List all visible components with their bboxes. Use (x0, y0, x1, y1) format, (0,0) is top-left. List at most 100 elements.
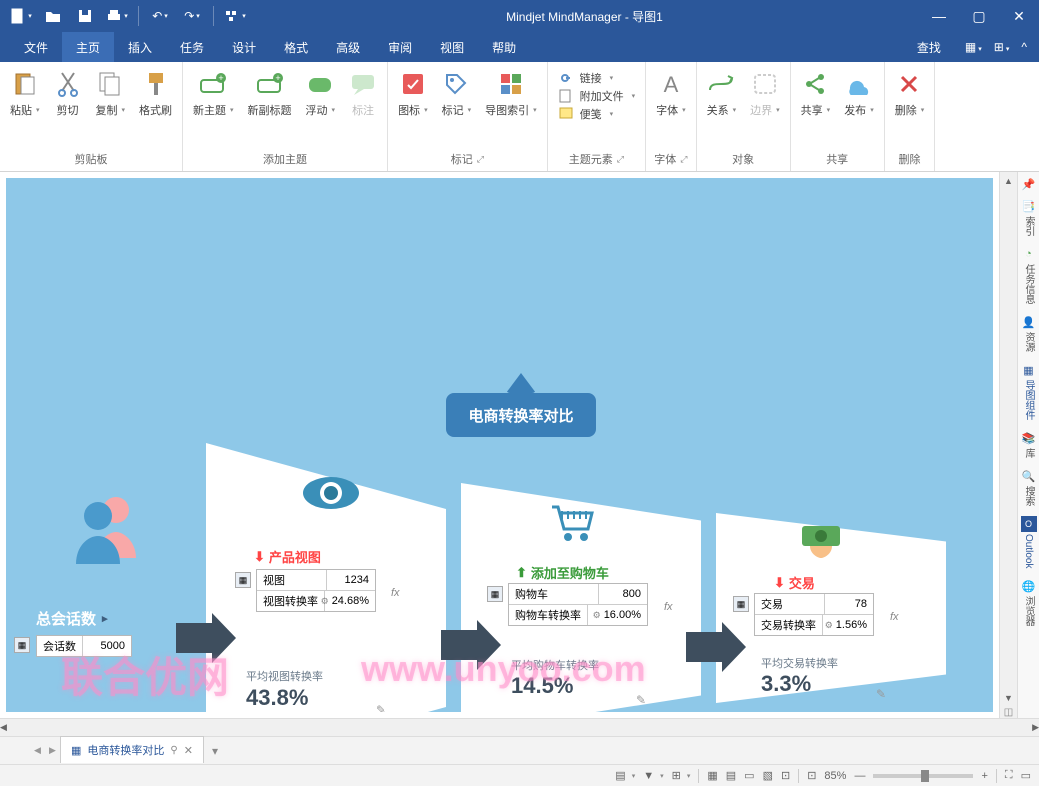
tab-help[interactable]: 帮助 (478, 32, 530, 62)
boundary-button[interactable]: 边界▾ (744, 66, 786, 122)
sidepanel-outlook[interactable]: OOutlook (1019, 512, 1039, 572)
nav-box-icon[interactable]: ◫ (1000, 707, 1017, 718)
paste-button[interactable]: 粘贴▾ (4, 66, 46, 122)
status-fullscreen-icon[interactable]: ⛶ (1005, 769, 1013, 782)
fx-icon: fx (890, 611, 899, 623)
status-view1-icon[interactable]: ▦ (707, 769, 717, 782)
seg2-data[interactable]: ▦ 购物车800 购物车转换率⚙16.00% (508, 583, 648, 626)
icon-button[interactable]: 图标▾ (392, 66, 434, 122)
tab-view[interactable]: 视图 (426, 32, 478, 62)
open-button[interactable] (38, 2, 68, 30)
map-index-button[interactable]: 导图索引▾ (479, 66, 543, 122)
scroll-down-icon[interactable]: ▼ (1000, 689, 1017, 707)
tab-file[interactable]: 文件 (10, 32, 62, 62)
note-button[interactable]: 便笺▾ (558, 106, 636, 122)
group-delete: 删除▾ 删除 (885, 62, 936, 171)
tab-home[interactable]: 主页 (62, 32, 114, 62)
attach-button[interactable]: 附加文件▾ (558, 88, 636, 104)
map-parts-button[interactable]: ▾ (220, 2, 250, 30)
status-level-icon[interactable]: ⊞▾ (672, 769, 691, 782)
status-view5-icon[interactable]: ⊡ (781, 769, 790, 782)
relation-button[interactable]: 关系▾ (701, 66, 743, 122)
minimize-button[interactable]: — (919, 0, 959, 32)
horizontal-scrollbar[interactable]: ◀ ▶ (0, 718, 1039, 736)
table-icon: ▦ (235, 572, 251, 588)
tab-insert[interactable]: 插入 (114, 32, 166, 62)
view-mode-icon[interactable]: ▦▾ (961, 40, 986, 54)
zoom-value[interactable]: 85% (824, 770, 846, 782)
zoom-slider[interactable] (873, 774, 973, 778)
tab-advanced[interactable]: 高级 (322, 32, 374, 62)
sidepanel-browser[interactable]: 🌐浏览器 (1019, 574, 1039, 630)
redo-button[interactable]: ↷▾ (177, 2, 207, 30)
tab-task[interactable]: 任务 (166, 32, 218, 62)
save-button[interactable] (70, 2, 100, 30)
seg3-data[interactable]: ▦ 交易78 交易转换率⚙1.56% (754, 593, 874, 636)
sessions-title: 总会话数▸ (36, 608, 132, 629)
cart-icon (546, 503, 596, 543)
print-button[interactable]: ▾ (102, 2, 132, 30)
undo-button[interactable]: ↶▾ (145, 2, 175, 30)
tab-design[interactable]: 设计 (218, 32, 270, 62)
sidepanel-pin-icon[interactable]: 📌 (1021, 176, 1037, 192)
font-button[interactable]: A字体▾ (650, 66, 692, 122)
vertical-scrollbar[interactable]: ▲ ▼ ◫ (999, 172, 1017, 718)
status-view2-icon[interactable]: ▤ (726, 769, 736, 782)
copy-button[interactable]: 复制▾ (90, 66, 132, 122)
callout-button[interactable]: 标注 (343, 66, 383, 122)
sidepanel-search[interactable]: 🔍搜索 (1019, 464, 1039, 510)
tab-format[interactable]: 格式 (270, 32, 322, 62)
scroll-left-icon[interactable]: ◀ (0, 719, 7, 737)
task-pane: 📌 📑索引 ◔任务信息 👤资源 ▦导图组件 📚库 🔍搜索 OOutlook 🌐浏… (1017, 172, 1039, 718)
scroll-right-icon[interactable]: ▶ (1032, 719, 1039, 737)
publish-button[interactable]: 发布▾ (838, 66, 880, 122)
cut-button[interactable]: 剪切 (48, 66, 88, 122)
group-marker: 图标▾ 标记▾ 导图索引▾ 标记⤢ (388, 62, 548, 171)
center-topic[interactable]: 电商转换率对比 (446, 393, 596, 437)
scroll-up-icon[interactable]: ▲ (1000, 172, 1017, 190)
add-tab-button[interactable]: ▾ (204, 737, 226, 764)
group-clipboard: 粘贴▾ 剪切 复制▾ 格式刷 剪贴板 (0, 62, 183, 171)
status-present-icon[interactable]: ▭ (1021, 769, 1031, 782)
map-canvas[interactable]: 电商转换率对比 总会话数▸ ▦ 会话数5000 ⬇产品视图 (6, 178, 993, 712)
format-painter-button[interactable]: 格式刷 (133, 66, 178, 122)
status-view4-icon[interactable]: ▧ (763, 769, 773, 782)
sidepanel-task-info[interactable]: ◔任务信息 (1019, 242, 1039, 308)
new-doc-button[interactable]: ▾ (6, 2, 36, 30)
status-view3-icon[interactable]: ▭ (744, 769, 754, 782)
sidepanel-map-parts[interactable]: ▦导图组件 (1019, 358, 1039, 424)
sessions-block[interactable]: 总会话数▸ ▦ 会话数5000 (36, 608, 132, 657)
share-button[interactable]: 共享▾ (795, 66, 837, 122)
document-tab[interactable]: ▦ 电商转换率对比 ⚲ ✕ (60, 736, 204, 763)
zoom-out-button[interactable]: — (854, 770, 865, 782)
document-tabs: ◀▶ ▦ 电商转换率对比 ⚲ ✕ ▾ (0, 736, 1039, 764)
collapse-ribbon-icon[interactable]: ^ (1017, 40, 1031, 54)
table-icon: ▦ (733, 596, 749, 612)
org-chart-icon[interactable]: ⊞▾ (990, 40, 1014, 54)
seg1-data[interactable]: ▦ 视图1234 视图转换率⚙24.68% (256, 569, 376, 612)
delete-button[interactable]: 删除▾ (889, 66, 931, 122)
quick-access-toolbar: ▾ ▾ ↶▾ ↷▾ ▾ (0, 2, 250, 30)
group-label-object: 对象 (701, 149, 786, 171)
pin-icon[interactable]: ⚲ (170, 745, 177, 756)
search-label[interactable]: 查找 (901, 39, 957, 56)
zoom-in-button[interactable]: + (981, 770, 987, 782)
float-button[interactable]: 浮动▾ (300, 66, 342, 122)
new-topic-button[interactable]: +新主题▾ (187, 66, 240, 122)
status-funnel-icon[interactable]: ▼▾ (643, 770, 663, 782)
tag-button[interactable]: 标记▾ (436, 66, 478, 122)
sidepanel-library[interactable]: 📚库 (1019, 426, 1039, 462)
tab-review[interactable]: 审阅 (374, 32, 426, 62)
sidepanel-index[interactable]: 📑索引 (1019, 194, 1039, 240)
new-subtopic-button[interactable]: +新副标题 (242, 66, 298, 122)
close-button[interactable]: ✕ (999, 0, 1039, 32)
table-icon: ▦ (487, 586, 503, 602)
maximize-button[interactable]: ▢ (959, 0, 999, 32)
status-fit-icon[interactable]: ⊡ (807, 769, 816, 782)
status-filter-icon[interactable]: ▤▾ (615, 769, 635, 782)
sidepanel-resources[interactable]: 👤资源 (1019, 310, 1039, 356)
doc-tab-nav[interactable]: ◀▶ (30, 737, 60, 764)
fx-icon: fx (391, 587, 400, 599)
link-button[interactable]: 链接▾ (558, 70, 636, 86)
close-tab-icon[interactable]: ✕ (184, 744, 193, 757)
